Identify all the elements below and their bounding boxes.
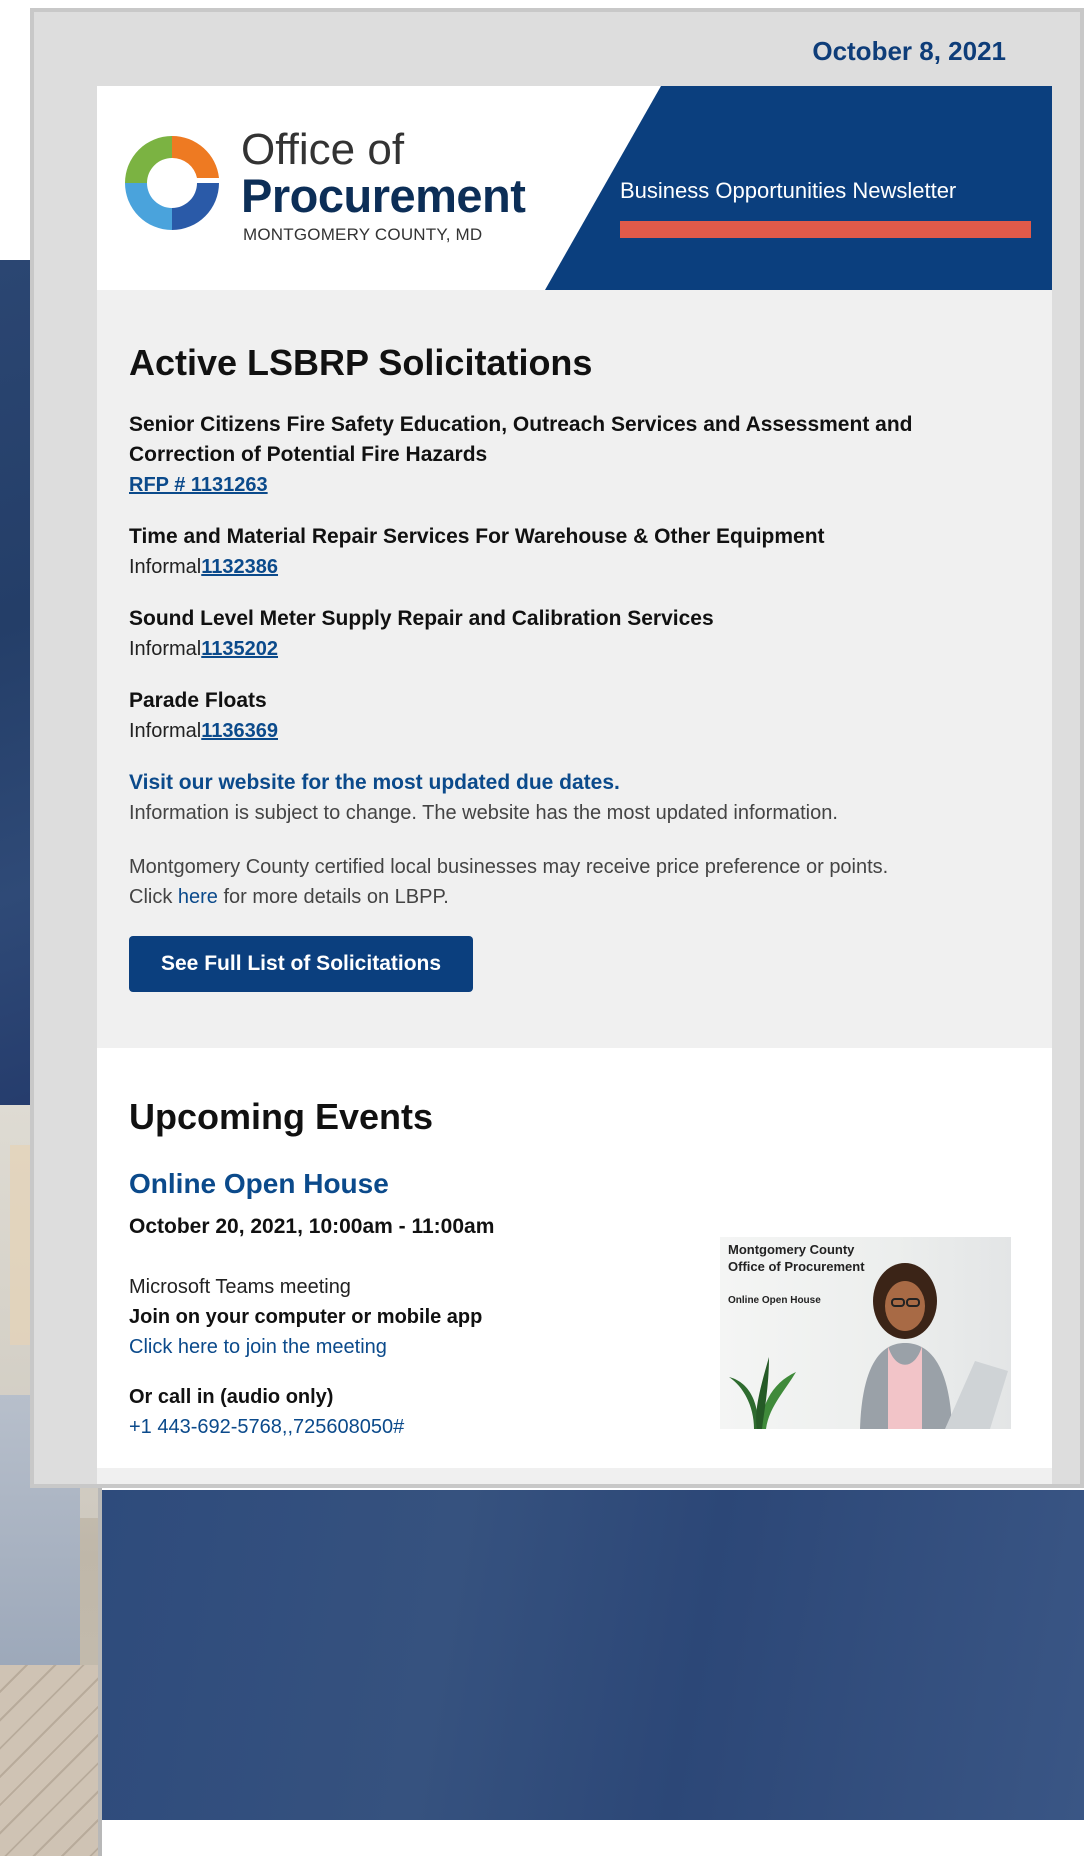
newsletter-title: Business Opportunities Newsletter — [620, 178, 957, 203]
person-laptop-icon — [860, 1263, 1008, 1429]
website-note: Visit our website for the most updated d… — [129, 768, 1020, 828]
background-navy-band — [102, 1490, 1084, 1820]
lbpp-click-text: Click — [129, 886, 178, 908]
lbpp-paragraph: Montgomery County certified local busine… — [129, 852, 1020, 912]
lbpp-details-text: for more details on LBPP. — [217, 886, 449, 908]
procurement-logo-icon — [125, 135, 219, 230]
events-section: Upcoming Events Online Open House Octobe… — [97, 1048, 1052, 1468]
solicitation-number-link[interactable]: 1135202 — [201, 638, 278, 660]
logo-office-of: Office of — [241, 125, 405, 174]
lbpp-here-link[interactable]: here — [178, 886, 218, 908]
solicitation-number-line: Informal1135202 — [129, 634, 1020, 664]
events-heading: Upcoming Events — [129, 1096, 434, 1137]
solicitation-title: Parade Floats — [129, 689, 267, 712]
solicitation-number-line: RFP # 1131263 — [129, 470, 1020, 500]
disclaimer-text: Information is subject to change. The we… — [129, 802, 838, 824]
solicitation-item: Senior Citizens Fire Safety Education, O… — [129, 410, 1020, 500]
background-bottom-strip — [102, 1820, 1084, 1856]
photo-floor — [0, 1665, 98, 1856]
website-link[interactable]: Visit our website for the most updated d… — [129, 768, 1020, 798]
full-list-button[interactable]: See Full List of Solicitations — [129, 936, 474, 992]
solicitation-number-line: Informal1136369 — [129, 716, 1020, 746]
solicitation-item: Parade Floats Informal1136369 — [129, 686, 1020, 746]
header-accent-bar — [620, 221, 1031, 238]
open-house-image: Montgomery County Office of Procurement O… — [720, 1237, 1011, 1429]
solicitation-number-line: Informal1132386 — [129, 552, 1020, 582]
newsletter-date: October 8, 2021 — [812, 36, 1006, 66]
solicitation-item: Time and Material Repair Services For Wa… — [129, 522, 1020, 582]
plant-icon — [729, 1357, 796, 1429]
solicitations-heading: Active LSBRP Solicitations — [129, 342, 593, 383]
newsletter-card: Office of Procurement MONTGOMERY COUNTY,… — [97, 86, 1052, 1484]
solicitation-prefix: Informal — [129, 720, 202, 742]
solicitation-prefix: Informal — [129, 556, 202, 578]
newsletter-frame: October 8, 2021 Office of Procurement MO… — [30, 8, 1084, 1488]
solicitation-number-link[interactable]: 1136369 — [201, 720, 278, 742]
logo-procurement: Procurement — [241, 169, 526, 222]
solicitation-number-link[interactable]: RFP # 1131263 — [129, 474, 268, 496]
event-title: Online Open House — [129, 1168, 389, 1199]
solicitation-item: Sound Level Meter Supply Repair and Cali… — [129, 604, 1020, 664]
solicitation-title: Time and Material Repair Services For Wa… — [129, 525, 825, 548]
image-line-3: Online Open House — [728, 1295, 821, 1306]
solicitation-title: Sound Level Meter Supply Repair and Cali… — [129, 607, 714, 630]
newsletter-header: Office of Procurement MONTGOMERY COUNTY,… — [97, 86, 1052, 290]
solicitation-prefix: Informal — [129, 638, 202, 660]
logo-county: MONTGOMERY COUNTY, MD — [243, 225, 483, 244]
lbpp-text: Montgomery County certified local busine… — [129, 856, 889, 878]
solicitation-number-link[interactable]: 1132386 — [201, 556, 278, 578]
solicitation-title: Senior Citizens Fire Safety Education, O… — [129, 413, 913, 466]
solicitations-section: Active LSBRP Solicitations Senior Citize… — [97, 290, 1052, 1048]
